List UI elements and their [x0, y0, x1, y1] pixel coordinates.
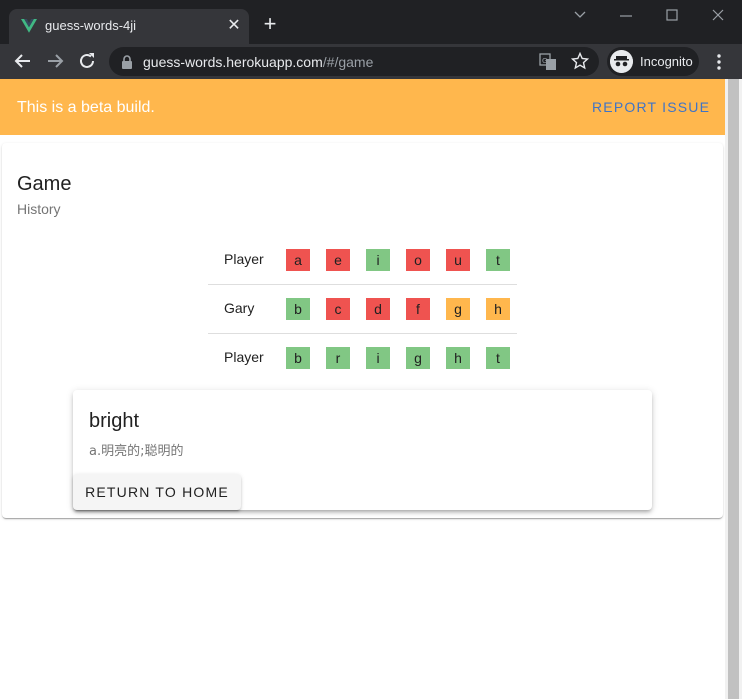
report-issue-button[interactable]: REPORT ISSUE [584, 92, 718, 122]
player-name: Player [224, 349, 264, 365]
page-scrollbar[interactable] [725, 79, 742, 699]
tab-strip: guess-words-4ji ✕ + [0, 0, 742, 44]
letter-tile: g [406, 347, 430, 369]
translate-icon[interactable]: G [539, 53, 557, 71]
url-path: /#/game [322, 54, 374, 70]
history-row: Gary b c d f g h [208, 285, 517, 334]
incognito-icon [610, 50, 633, 73]
answer-word: bright [89, 410, 140, 432]
game-card: Game History Player a e i o u t Gary b c [2, 143, 723, 518]
vue-logo-icon [21, 19, 37, 33]
letter-tile: t [486, 347, 510, 369]
browser-chrome: guess-words-4ji ✕ + guess-words.herokuap… [0, 0, 742, 79]
maximize-icon[interactable] [657, 6, 687, 26]
letter-tile: c [326, 298, 350, 320]
browser-tab[interactable]: guess-words-4ji ✕ [9, 9, 249, 44]
letter-tile: e [326, 249, 350, 271]
letter-tile: h [486, 298, 510, 320]
letter-tile: r [326, 347, 350, 369]
url-text: guess-words.herokuapp.com/#/game [143, 54, 373, 70]
beta-banner-text: This is a beta build. [17, 99, 155, 116]
history-subtitle: History [17, 201, 61, 217]
incognito-label: Incognito [640, 54, 693, 69]
page-viewport: This is a beta build. REPORT ISSUE Game … [0, 79, 742, 699]
bookmark-star-icon[interactable] [571, 52, 589, 70]
back-arrow-icon[interactable] [12, 50, 34, 72]
history-table: Player a e i o u t Gary b c d f g h Play… [208, 236, 517, 382]
letter-tile: a [286, 249, 310, 271]
letter-tile: b [286, 298, 310, 320]
history-row: Player b r i g h t [208, 334, 517, 382]
letter-tile: g [446, 298, 470, 320]
player-name: Gary [224, 300, 255, 316]
result-card: bright a.明亮的;聪明的 RETURN TO HOME [73, 390, 652, 510]
scrollbar-thumb[interactable] [728, 79, 739, 699]
close-window-icon[interactable] [703, 6, 733, 26]
new-tab-icon[interactable]: + [260, 13, 280, 35]
minimize-icon[interactable] [611, 6, 641, 26]
history-row: Player a e i o u t [208, 236, 517, 285]
forward-arrow-icon[interactable] [44, 50, 66, 72]
letter-tile: b [286, 347, 310, 369]
letter-tile: u [446, 249, 470, 271]
tab-title: guess-words-4ji [45, 18, 137, 33]
browser-toolbar: guess-words.herokuapp.com/#/game G Incog… [0, 44, 742, 79]
lock-icon [122, 55, 132, 69]
url-host: guess-words.herokuapp.com [143, 54, 323, 70]
kebab-menu-icon[interactable] [711, 52, 727, 72]
answer-definition: a.明亮的;聪明的 [89, 444, 184, 459]
return-to-home-button[interactable]: RETURN TO HOME [73, 474, 241, 510]
letter-tile: d [366, 298, 390, 320]
player-name: Player [224, 251, 264, 267]
page-title: Game [17, 173, 72, 195]
letter-tile: f [406, 298, 430, 320]
letter-tile: h [446, 347, 470, 369]
address-bar[interactable]: guess-words.herokuapp.com/#/game G [109, 47, 599, 76]
letter-tile: t [486, 249, 510, 271]
letter-tile: i [366, 347, 390, 369]
reload-icon[interactable] [76, 50, 98, 72]
letter-tile: o [406, 249, 430, 271]
svg-text:G: G [542, 57, 547, 65]
beta-banner: This is a beta build. REPORT ISSUE [0, 79, 725, 135]
incognito-indicator[interactable]: Incognito [607, 47, 699, 76]
close-tab-icon[interactable]: ✕ [225, 17, 243, 35]
letter-tile: i [366, 249, 390, 271]
tab-search-icon[interactable] [565, 6, 595, 26]
